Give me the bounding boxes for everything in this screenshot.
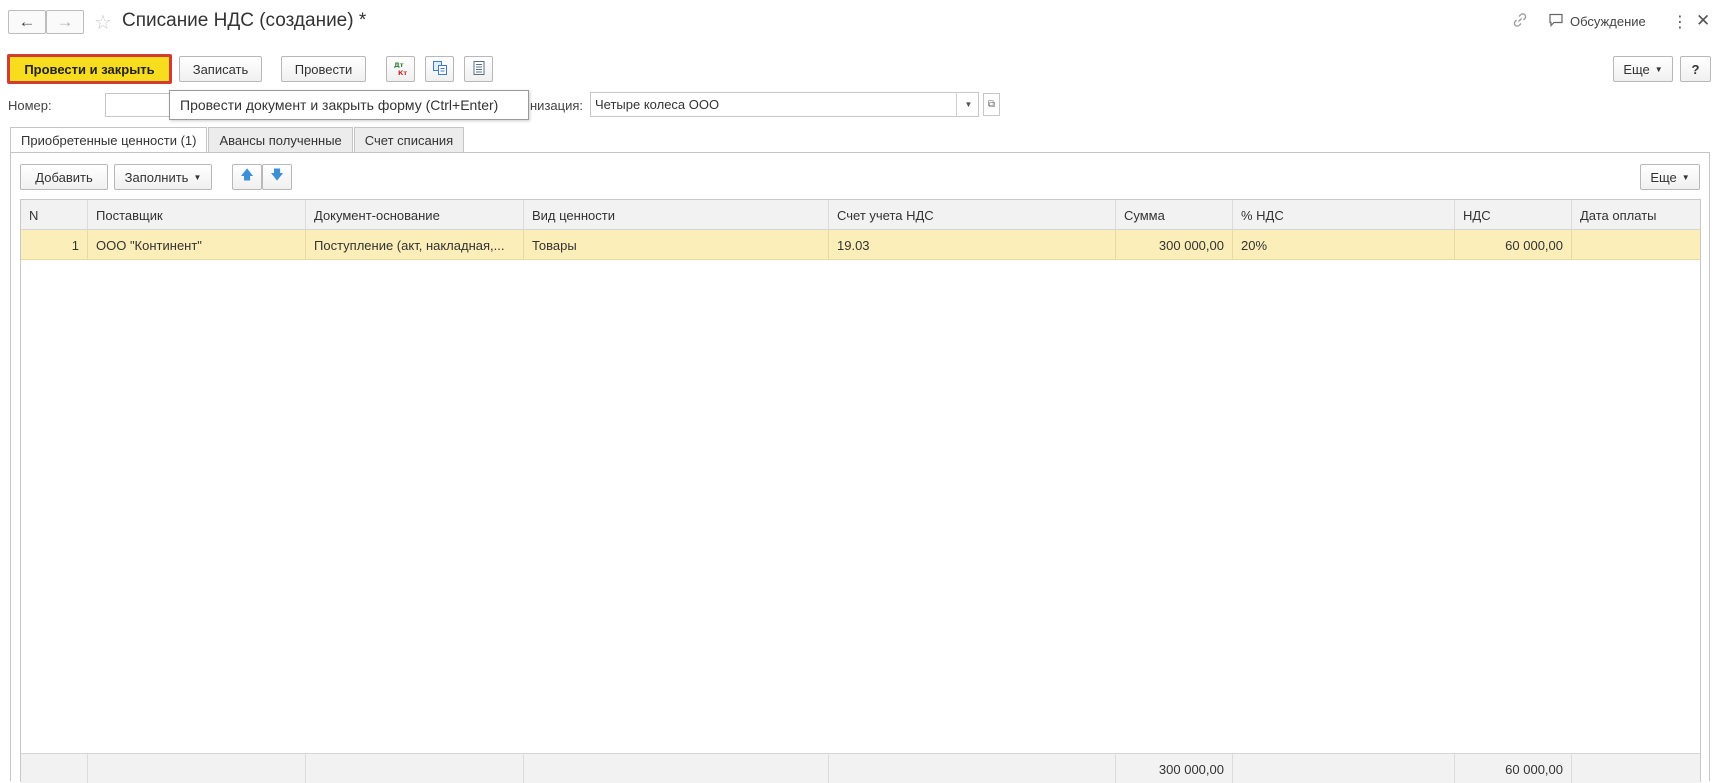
column-header-vat[interactable]: НДС: [1455, 200, 1572, 229]
structure-button[interactable]: [425, 56, 454, 82]
footer-cell: [829, 754, 1116, 783]
organization-open-button[interactable]: ⧉: [983, 93, 1000, 116]
fill-label: Заполнить: [124, 169, 189, 185]
tooltip: Провести документ и закрыть форму (Ctrl+…: [169, 90, 529, 120]
arrow-right-icon: →: [56, 12, 74, 31]
footer-total-vat: 60 000,00: [1455, 754, 1572, 783]
more-vertical-icon[interactable]: ⋮: [1672, 12, 1688, 32]
caret-down-icon: ▼: [964, 100, 973, 109]
organization-input[interactable]: Четыре колеса ООО: [590, 92, 979, 117]
cell-payment-date[interactable]: [1572, 230, 1700, 259]
footer-cell: [1572, 754, 1700, 783]
forward-button[interactable]: →: [46, 10, 84, 34]
add-button[interactable]: Добавить: [20, 164, 108, 190]
tab-bar: Приобретенные ценности (1) Авансы получе…: [10, 127, 465, 154]
discussion-label: Обсуждение: [1570, 14, 1646, 29]
organization-label: низация:: [530, 98, 583, 113]
help-button[interactable]: ?: [1680, 56, 1711, 82]
save-button[interactable]: Записать: [179, 56, 262, 82]
tab-acquired-values[interactable]: Приобретенные ценности (1): [10, 127, 208, 154]
link-icon[interactable]: [1512, 12, 1528, 31]
footer-cell: [21, 754, 88, 783]
footer-cell: [88, 754, 306, 783]
arrow-up-icon: 🡅: [240, 167, 254, 182]
move-up-button[interactable]: 🡅: [232, 164, 262, 190]
cell-vat-account[interactable]: 19.03: [829, 230, 1116, 259]
footer-cell: [524, 754, 829, 783]
back-button[interactable]: ←: [8, 10, 46, 34]
document-structure-icon: [432, 60, 448, 79]
post-and-close-button[interactable]: Провести и закрыть: [7, 54, 172, 84]
number-label: Номер:: [8, 98, 52, 113]
tab-advances-received[interactable]: Авансы полученные: [208, 127, 353, 153]
close-icon[interactable]: ✕: [1696, 11, 1710, 31]
discussion-button[interactable]: Обсуждение: [1548, 13, 1646, 30]
caret-down-icon: ▼: [193, 172, 202, 182]
data-table: N Поставщик Документ-основание Вид ценно…: [20, 199, 1701, 783]
footer-total-sum: 300 000,00: [1116, 754, 1233, 783]
column-header-base-document[interactable]: Документ-основание: [306, 200, 524, 229]
column-header-vat-account[interactable]: Счет учета НДС: [829, 200, 1116, 229]
table-header: N Поставщик Документ-основание Вид ценно…: [21, 200, 1700, 230]
fill-button[interactable]: Заполнить ▼: [114, 164, 212, 190]
caret-down-icon: ▼: [1654, 64, 1663, 74]
report-button[interactable]: [464, 56, 493, 82]
open-window-icon: ⧉: [987, 99, 996, 110]
column-header-payment-date[interactable]: Дата оплаты: [1572, 200, 1700, 229]
footer-cell: [1233, 754, 1455, 783]
move-down-button[interactable]: 🡇: [262, 164, 292, 190]
column-header-supplier[interactable]: Поставщик: [88, 200, 306, 229]
chat-icon: [1548, 13, 1564, 30]
cell-vat-rate[interactable]: 20%: [1233, 230, 1455, 259]
title-bar: ← → ☆ Списание НДС (создание) * Обсужден…: [0, 0, 1723, 44]
cell-base-document[interactable]: Поступление (акт, накладная,...: [306, 230, 524, 259]
cell-vat[interactable]: 60 000,00: [1455, 230, 1572, 259]
favorite-star-icon[interactable]: ☆: [94, 10, 112, 35]
footer-cell: [306, 754, 524, 783]
cell-n[interactable]: 1: [21, 230, 88, 259]
table-row[interactable]: 1 ООО "Континент" Поступление (акт, накл…: [21, 230, 1700, 260]
post-button[interactable]: Провести: [281, 56, 366, 82]
arrow-down-icon: 🡇: [270, 167, 284, 182]
table-footer: 300 000,00 60 000,00: [21, 753, 1700, 783]
tab-panel: Добавить Заполнить ▼ 🡅 🡇 Еще ▼ N Поставщик…: [10, 152, 1710, 783]
organization-dropdown-button[interactable]: ▼: [956, 92, 980, 117]
more-label: Еще: [1623, 61, 1650, 77]
tab-write-off-account[interactable]: Счет списания: [353, 127, 465, 153]
cell-supplier[interactable]: ООО "Континент": [88, 230, 306, 259]
cell-value-kind[interactable]: Товары: [524, 230, 829, 259]
dt-kt-button[interactable]: Дт Кт: [386, 56, 415, 82]
page-title: Списание НДС (создание) *: [122, 10, 367, 31]
column-header-sum[interactable]: Сумма: [1116, 200, 1233, 229]
dt-kt-icon: Дт Кт: [393, 60, 409, 79]
table-more-button[interactable]: Еще ▼: [1640, 164, 1700, 190]
svg-text:Дт: Дт: [394, 61, 404, 69]
number-input[interactable]: [105, 93, 171, 117]
cell-sum[interactable]: 300 000,00: [1116, 230, 1233, 259]
column-header-n[interactable]: N: [21, 200, 88, 229]
arrow-left-icon: ←: [18, 12, 36, 31]
table-more-label: Еще: [1650, 169, 1677, 185]
more-button[interactable]: Еще ▼: [1613, 56, 1673, 82]
svg-text:Кт: Кт: [398, 69, 407, 76]
report-list-icon: [472, 60, 486, 79]
column-header-value-kind[interactable]: Вид ценности: [524, 200, 829, 229]
caret-down-icon: ▼: [1681, 172, 1690, 182]
column-header-vat-rate[interactable]: % НДС: [1233, 200, 1455, 229]
